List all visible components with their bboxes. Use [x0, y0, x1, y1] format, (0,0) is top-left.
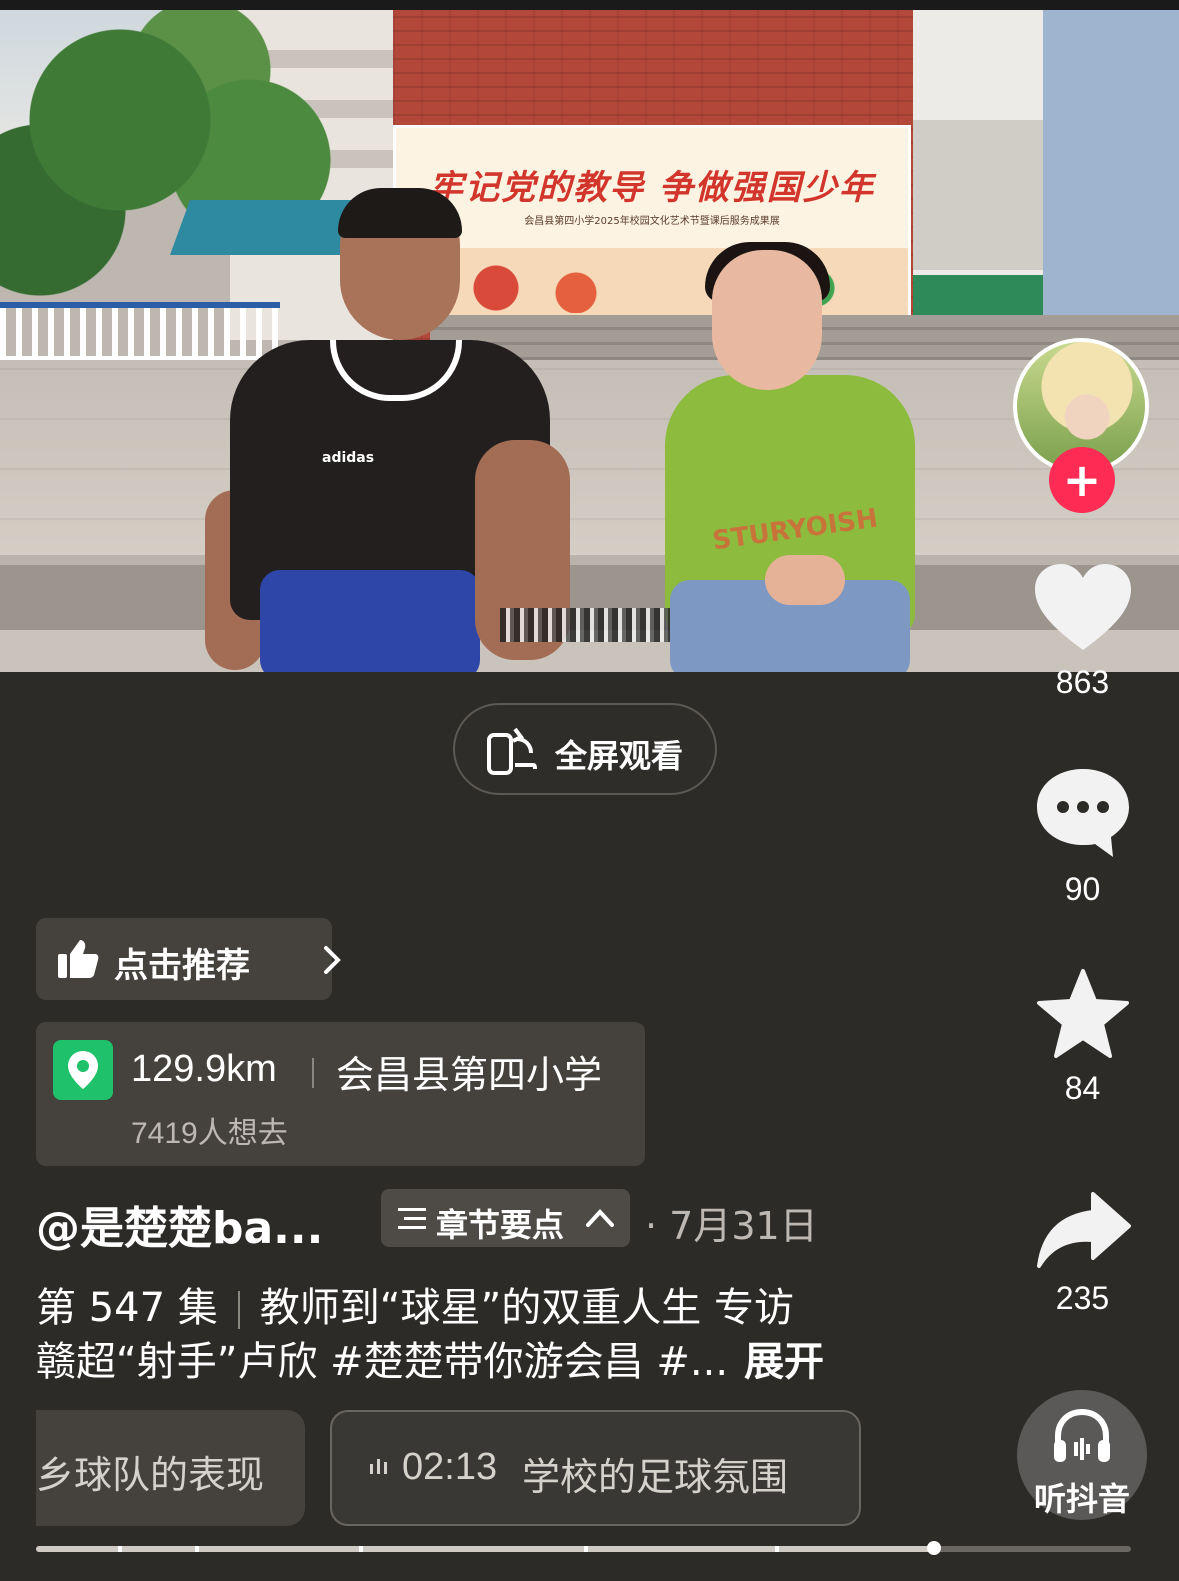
- location-divider: [312, 1058, 314, 1088]
- video-trees: [0, 10, 360, 340]
- chapter-toggle-button[interactable]: 章节要点: [381, 1189, 630, 1247]
- post-date: · 7月31日: [645, 1204, 818, 1248]
- video-frame[interactable]: 牢记党的教导 争做强国少年 会昌县第四小学2025年校园文化艺术节暨课后服务成果…: [0, 10, 1179, 672]
- fullscreen-label: 全屏观看: [555, 737, 684, 775]
- share-button[interactable]: 235: [1030, 1190, 1135, 1317]
- location-pin-badge: [53, 1040, 113, 1100]
- description-title: 教师到“球星”的双重人生 专访: [259, 1285, 794, 1331]
- location-want-count: 7419人想去: [131, 1117, 288, 1150]
- audio-bars-icon: [370, 1459, 387, 1474]
- status-bar-strip: [0, 0, 1179, 10]
- progress-chapter-mark: [775, 1546, 780, 1552]
- thumbs-up-icon: [58, 940, 99, 978]
- chapter-chip-label: 学校的足球氛围: [522, 1455, 789, 1499]
- share-count: 235: [1055, 1280, 1110, 1316]
- chapter-chip-active[interactable]: 02:13 学校的足球氛围: [330, 1410, 861, 1526]
- progress-chapter-mark: [118, 1546, 123, 1552]
- follow-button[interactable]: +: [1049, 447, 1115, 513]
- headphones-icon: [1054, 1408, 1110, 1462]
- video-building-right: [913, 10, 1043, 340]
- man-shorts: [260, 570, 480, 672]
- progress-handle[interactable]: [926, 1541, 941, 1555]
- recommend-label: 点击推荐: [114, 946, 250, 986]
- comment-icon: [1036, 769, 1129, 857]
- shirt-logo: adidas: [322, 450, 375, 466]
- listen-button[interactable]: 听抖音: [1017, 1390, 1147, 1520]
- blurred-subtitle: [500, 608, 670, 642]
- comment-button[interactable]: 90: [1030, 765, 1135, 908]
- location-name: 会昌县第四小学: [336, 1053, 603, 1097]
- star-icon: [1036, 969, 1129, 1058]
- favorite-count: 84: [1064, 1070, 1101, 1106]
- description-line-2: 赣超“射手”卢欣 #楚楚带你游会昌 #... 展开: [36, 1329, 824, 1387]
- chapter-chip-time: 02:13: [402, 1446, 498, 1488]
- video-fence: [0, 302, 280, 362]
- description-line-1: 第 547 集教师到“球星”的双重人生 专访: [36, 1275, 794, 1333]
- video-blue-wall: [1043, 10, 1179, 340]
- progress-fill: [36, 1546, 934, 1552]
- recommend-button[interactable]: 点击推荐: [36, 918, 341, 1000]
- woman-head: [712, 250, 822, 390]
- location-distance: 129.9km: [131, 1048, 277, 1090]
- like-button[interactable]: 863: [1030, 562, 1135, 701]
- chevron-up-icon: [586, 1209, 614, 1227]
- location-card[interactable]: 129.9km 会昌县第四小学 7419人想去: [36, 1022, 645, 1166]
- like-count: 863: [1055, 664, 1110, 700]
- progress-chapter-mark: [194, 1546, 199, 1552]
- rotate-phone-icon: [487, 727, 537, 775]
- heart-icon: [1034, 564, 1131, 650]
- author-name[interactable]: @是楚楚ba...: [36, 1192, 323, 1256]
- share-icon: [1036, 1192, 1131, 1268]
- expand-button[interactable]: 展开: [744, 1339, 824, 1385]
- chevron-right-icon: [324, 946, 341, 974]
- video-canopy: [169, 200, 361, 255]
- video-banner: 牢记党的教导 争做强国少年 会昌县第四小学2025年校园文化艺术节暨课后服务成果…: [393, 125, 911, 331]
- progress-chapter-mark: [359, 1546, 364, 1552]
- chapter-chip[interactable]: 乡球队的表现: [36, 1410, 305, 1526]
- video-progress-bar[interactable]: [36, 1541, 1131, 1555]
- location-pin-icon: [68, 1051, 98, 1089]
- list-icon: [398, 1208, 426, 1229]
- comment-count: 90: [1064, 871, 1101, 907]
- banner-title: 牢记党的教导 争做强国少年: [429, 168, 875, 208]
- favorite-button[interactable]: 84: [1030, 968, 1135, 1107]
- fullscreen-button[interactable]: 全屏观看: [453, 703, 717, 795]
- progress-chapter-mark: [583, 1546, 588, 1552]
- banner-subtitle: 会昌县第四小学2025年校园文化艺术节暨课后服务成果展: [524, 216, 780, 227]
- description-hashtags[interactable]: 赣超“射手”卢欣 #楚楚带你游会昌 #...: [36, 1339, 728, 1385]
- episode-number: 第 547 集: [36, 1285, 218, 1331]
- chapter-toggle-label: 章节要点: [436, 1206, 565, 1244]
- episode-divider: [237, 1291, 240, 1329]
- video-plaza: [0, 360, 1179, 570]
- listen-label: 听抖音: [1033, 1480, 1130, 1518]
- chapter-chip-label: 乡球队的表现: [36, 1453, 265, 1497]
- plus-icon: +: [1062, 453, 1102, 507]
